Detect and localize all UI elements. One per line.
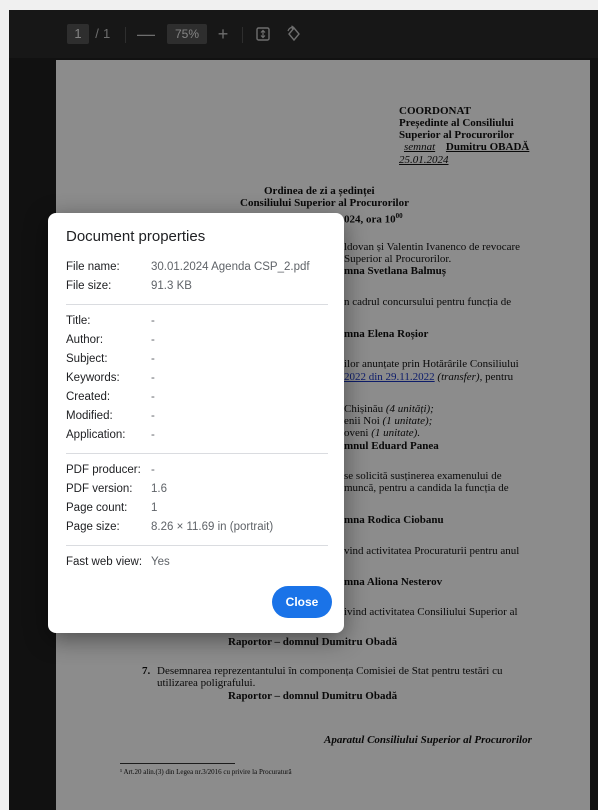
property-row: Modified: - xyxy=(66,410,155,422)
dialog-divider xyxy=(66,453,328,454)
pdf-viewer: 1 / 1 — 75% + COORDONAT Președinte al Co… xyxy=(9,10,598,810)
property-row: File name: 30.01.2024 Agenda CSP_2.pdf xyxy=(66,261,310,273)
property-row: Keywords: - xyxy=(66,372,155,384)
dialog-title: Document properties xyxy=(66,228,206,245)
document-properties-dialog: Document properties File name: 30.01.2024… xyxy=(48,213,344,633)
property-row: Created: - xyxy=(66,391,155,403)
property-row: File size: 91.3 KB xyxy=(66,280,192,292)
property-row: Title: - xyxy=(66,315,155,327)
property-row: Subject: - xyxy=(66,353,155,365)
property-row: Fast web view: Yes xyxy=(66,556,170,568)
property-row: PDF version: 1.6 xyxy=(66,483,167,495)
property-row: Application: - xyxy=(66,429,155,441)
property-row: Page size: 8.26 × 11.69 in (portrait) xyxy=(66,521,274,533)
screen-frame: 1 / 1 — 75% + COORDONAT Președinte al Co… xyxy=(0,0,598,810)
dialog-divider xyxy=(66,304,328,305)
property-row: PDF producer: - xyxy=(66,464,155,476)
dialog-divider xyxy=(66,545,328,546)
close-button[interactable]: Close xyxy=(272,586,332,618)
property-row: Page count: 1 xyxy=(66,502,158,514)
property-row: Author: - xyxy=(66,334,155,346)
